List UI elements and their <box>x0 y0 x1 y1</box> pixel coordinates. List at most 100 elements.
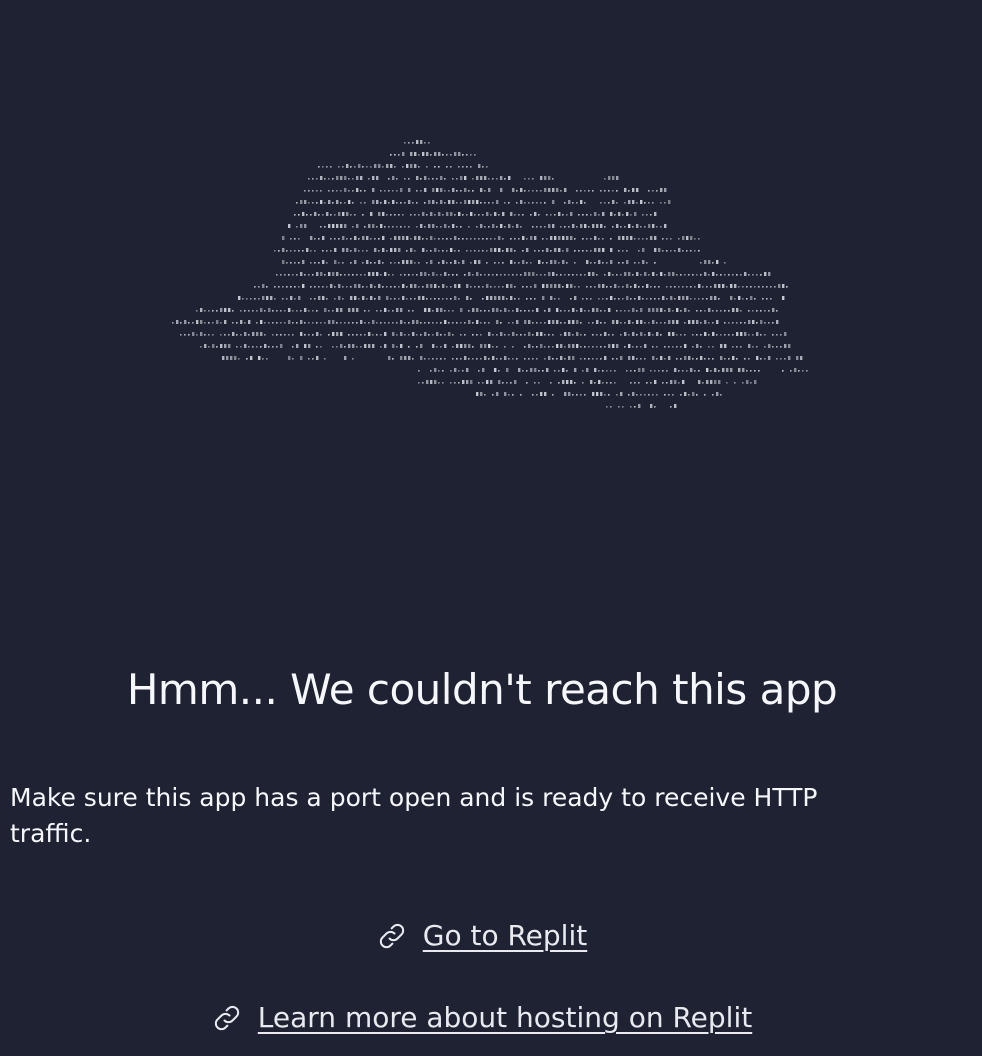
ascii-art-glyph <box>390 238 392 240</box>
ascii-art-glyph <box>292 334 294 336</box>
ascii-art-glyph <box>690 298 692 300</box>
ascii-art-glyph <box>434 380 437 384</box>
ascii-art-glyph <box>372 320 375 324</box>
ascii-art-glyph <box>516 274 518 276</box>
ascii-art-glyph <box>734 298 736 300</box>
ascii-art-glyph <box>478 382 480 384</box>
ascii-art-glyph <box>728 274 730 276</box>
ascii-art-glyph <box>616 202 618 204</box>
ascii-art-glyph <box>318 166 320 168</box>
ascii-art-glyph <box>582 214 584 216</box>
ascii-art-glyph <box>412 274 414 276</box>
ascii-art-glyph <box>452 274 454 276</box>
ascii-art-glyph <box>542 250 544 252</box>
ascii-art-glyph <box>554 298 556 300</box>
ascii-art-glyph <box>378 212 381 216</box>
ascii-art-glyph <box>436 188 439 192</box>
ascii-art-glyph <box>308 334 310 336</box>
ascii-art-glyph <box>520 226 522 228</box>
ascii-art-glyph <box>458 250 460 252</box>
ascii-art-glyph <box>460 344 463 348</box>
ascii-art-glyph <box>542 238 544 240</box>
ascii-art-glyph <box>468 190 470 192</box>
ascii-art-glyph <box>314 262 316 264</box>
ascii-art-glyph <box>628 334 630 336</box>
ascii-art-glyph <box>776 310 778 312</box>
ascii-art-glyph <box>308 322 310 324</box>
ascii-art-glyph <box>564 358 566 360</box>
ascii-art-glyph <box>472 308 475 312</box>
ascii-art-glyph <box>724 322 726 324</box>
ascii-art-glyph <box>656 274 658 276</box>
ascii-art-glyph <box>438 250 440 252</box>
ascii-art-glyph <box>732 322 734 324</box>
ascii-art-glyph <box>680 334 682 336</box>
ascii-art-glyph <box>562 380 565 384</box>
ascii-art-glyph <box>614 370 616 372</box>
ascii-art-glyph <box>432 178 434 180</box>
ascii-art-glyph <box>492 308 495 312</box>
ascii-art-glyph <box>434 238 436 240</box>
ascii-art-glyph <box>540 392 543 396</box>
ascii-art-glyph <box>482 298 484 300</box>
ascii-art-glyph <box>776 346 778 348</box>
ascii-art-glyph <box>638 262 640 264</box>
ascii-art-glyph <box>586 214 588 216</box>
ascii-art-glyph <box>204 322 206 324</box>
ascii-art-glyph <box>356 224 359 228</box>
ascii-art-glyph <box>368 272 371 276</box>
ascii-art-glyph <box>238 358 240 360</box>
ascii-art-glyph <box>668 308 671 312</box>
ascii-art-glyph <box>284 322 286 324</box>
ascii-art-glyph <box>662 296 665 300</box>
ascii-art-glyph <box>472 346 474 348</box>
ascii-art-glyph <box>654 248 657 252</box>
ascii-art-glyph <box>528 320 531 324</box>
ascii-art-glyph <box>380 334 382 336</box>
ascii-art-glyph <box>620 356 623 360</box>
ascii-art-glyph <box>316 178 318 180</box>
ascii-art-glyph <box>624 322 626 324</box>
ascii-art-glyph <box>216 320 219 324</box>
ascii-art-glyph <box>398 286 400 288</box>
ascii-art-glyph <box>362 214 364 216</box>
ascii-art-glyph <box>468 272 471 276</box>
ascii-art-glyph <box>292 358 294 360</box>
ascii-art-glyph <box>382 236 385 240</box>
ascii-art-glyph <box>518 214 520 216</box>
ascii-art-glyph <box>598 214 600 216</box>
ascii-art-glyph <box>672 320 675 324</box>
ascii-art-glyph <box>562 250 564 252</box>
ascii-art-glyph <box>326 298 328 300</box>
ascii-art-glyph <box>380 274 382 276</box>
ascii-art-glyph <box>594 286 596 288</box>
ascii-art-glyph <box>728 322 730 324</box>
ascii-art-glyph <box>640 226 642 228</box>
ascii-art-glyph <box>602 370 604 372</box>
go-to-replit-link[interactable]: Go to Replit <box>423 915 587 957</box>
ascii-art-glyph <box>528 202 530 204</box>
ascii-art-glyph <box>712 262 714 264</box>
ascii-art-glyph <box>574 368 577 372</box>
ascii-art-glyph <box>446 250 448 252</box>
ascii-art-glyph <box>430 250 432 252</box>
ascii-art-glyph <box>418 166 420 168</box>
ascii-art-glyph <box>650 382 652 384</box>
ascii-art-glyph <box>262 284 265 288</box>
ascii-art-glyph <box>602 298 604 300</box>
ascii-art-glyph <box>466 166 468 168</box>
ascii-art-glyph <box>454 368 457 372</box>
ascii-art-glyph <box>550 260 553 264</box>
ascii-art-glyph <box>732 334 734 336</box>
ascii-art-glyph <box>674 286 676 288</box>
ascii-art-glyph <box>396 322 398 324</box>
learn-more-hosting-link[interactable]: Learn more about hosting on Replit <box>258 997 752 1039</box>
ascii-art-glyph <box>336 322 338 324</box>
ascii-art-glyph <box>324 178 326 180</box>
ascii-art-glyph <box>552 200 555 204</box>
ascii-art-glyph <box>400 188 403 192</box>
ascii-art-glyph <box>334 260 337 264</box>
ascii-art-glyph <box>548 356 551 360</box>
ascii-art-glyph <box>434 284 437 288</box>
ascii-art-glyph <box>478 250 480 252</box>
